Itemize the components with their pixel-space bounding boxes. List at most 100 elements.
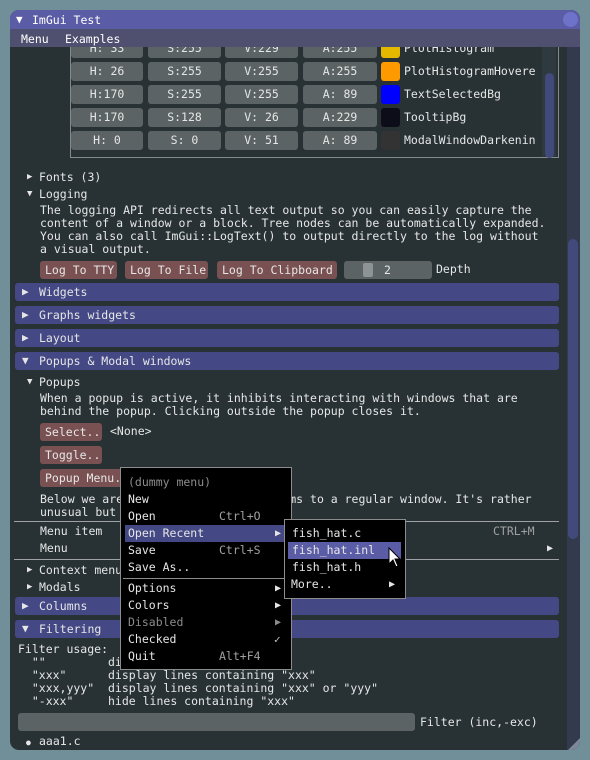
shortcut-label: Ctrl+O	[219, 509, 261, 523]
select-button[interactable]: Select..	[40, 423, 102, 441]
submenu-arrow-icon: ▶	[275, 583, 282, 594]
alpha-field[interactable]: A:255	[303, 47, 377, 58]
color-table-scroll-grab[interactable]	[545, 73, 554, 158]
color-swatch[interactable]	[381, 131, 400, 150]
value-field[interactable]: V: 26	[225, 108, 298, 127]
tree-collapsed-icon: ▶	[27, 172, 33, 182]
tree-node-popups[interactable]: Popups	[39, 376, 81, 389]
header-label: Layout	[39, 331, 81, 345]
filter-input[interactable]	[18, 713, 415, 731]
menu-item-new[interactable]: New	[121, 491, 291, 508]
recent-item-highlighted[interactable]: fish_hat.inl	[288, 542, 401, 559]
triangle-right-icon: ▶	[22, 308, 29, 321]
recent-item[interactable]: fish_hat.h	[285, 559, 405, 576]
value-field[interactable]: V:255	[225, 85, 298, 104]
window-scroll-grab[interactable]	[568, 239, 578, 539]
log-to-clipboard-button[interactable]: Log To Clipboard	[217, 261, 337, 279]
log-to-tty-button[interactable]: Log To TTY	[40, 261, 117, 279]
header-label: Popups & Modal windows	[39, 354, 192, 368]
saturation-field[interactable]: S:255	[148, 62, 221, 81]
checkmark-icon: ✓	[274, 633, 281, 646]
header-label: Widgets	[39, 285, 88, 299]
log-to-file-button[interactable]: Log To File	[125, 261, 208, 279]
title-bar[interactable]: ▼ ImGui Test	[10, 10, 580, 29]
menu-item-options[interactable]: Options ▶	[121, 580, 291, 597]
alpha-field[interactable]: A: 89	[303, 131, 377, 150]
color-name: PlotHistogramHovere	[404, 64, 536, 78]
tree-node-context-menus[interactable]: Context menus	[39, 564, 129, 577]
saturation-field[interactable]: S:255	[148, 47, 221, 58]
color-swatch[interactable]	[381, 108, 400, 127]
menu-item-shortcut: CTRL+M	[493, 524, 535, 538]
slider-grab[interactable]	[363, 263, 373, 277]
color-swatch[interactable]	[381, 62, 400, 81]
menu-item-save-as[interactable]: Save As..	[121, 559, 291, 576]
close-button[interactable]	[563, 12, 578, 27]
triangle-right-icon: ▶	[22, 285, 29, 298]
logging-text: a visual output.	[40, 242, 151, 256]
tree-node-logging[interactable]: Logging	[39, 188, 87, 201]
bullet-icon: ●	[26, 738, 31, 747]
value-field[interactable]: V:255	[225, 62, 298, 81]
saturation-field[interactable]: S:255	[148, 85, 221, 104]
menu-item[interactable]: Menu item	[40, 525, 102, 538]
menu-examples[interactable]: Examples	[65, 32, 120, 46]
menu-menu[interactable]: Menu	[21, 32, 49, 46]
triangle-down-icon: ▼	[22, 622, 29, 635]
color-swatch[interactable]	[381, 85, 400, 104]
hue-field[interactable]: H:170	[71, 85, 143, 104]
hue-field[interactable]: H: 0	[71, 131, 143, 150]
header-graphs-widgets[interactable]: ▶ Graphs widgets	[15, 306, 559, 324]
filter-usage-line: "-xxx" hide lines containing "xxx"	[18, 694, 295, 708]
collapse-triangle-icon[interactable]: ▼	[16, 13, 23, 26]
saturation-field[interactable]: S: 0	[148, 131, 221, 150]
alpha-field[interactable]: A:229	[303, 108, 377, 127]
toggle-button[interactable]: Toggle..	[40, 446, 102, 464]
triangle-right-icon: ▶	[22, 331, 29, 344]
submenu-arrow-icon: ▶	[547, 543, 554, 554]
tree-node-fonts[interactable]: Fonts (3)	[39, 171, 101, 184]
menu-item-save[interactable]: Save Ctrl+S	[121, 542, 291, 559]
depth-slider[interactable]: 2	[344, 261, 432, 279]
header-popups-modal-windows[interactable]: ▼ Popups & Modal windows	[15, 352, 559, 370]
value-field[interactable]: V: 51	[225, 131, 298, 150]
saturation-field[interactable]: S:128	[148, 108, 221, 127]
tree-expanded-icon: ▼	[27, 189, 33, 199]
resize-grip[interactable]	[568, 738, 580, 750]
recent-item-more[interactable]: More.. ▶	[285, 576, 405, 593]
alpha-field[interactable]: A:255	[303, 62, 377, 81]
menu-item-checked[interactable]: Checked ✓	[121, 631, 291, 648]
tree-node-modals[interactable]: Modals	[39, 581, 81, 594]
menu-item-disabled: Disabled ▶	[128, 615, 282, 629]
imgui-test-window: ▼ ImGui Test Menu Examples H: 33 S:255 V…	[10, 10, 580, 750]
window-title: ImGui Test	[32, 13, 102, 27]
header-label: Filtering	[39, 622, 102, 636]
value-field[interactable]: V:229	[225, 47, 298, 58]
tree-collapsed-icon: ▶	[27, 565, 33, 575]
tree-expanded-icon: ▼	[27, 377, 33, 387]
popup-menu-button[interactable]: Popup Menu..	[40, 469, 130, 487]
menu-item-open-recent[interactable]: Open Recent ▶	[125, 525, 285, 542]
menu-submenu[interactable]: Menu	[40, 542, 68, 555]
menu-item-quit[interactable]: Quit Alt+F4	[121, 648, 291, 665]
mouse-cursor-icon	[388, 547, 402, 568]
triangle-down-icon: ▼	[22, 354, 29, 367]
menu-item-open[interactable]: Open Ctrl+O	[121, 508, 291, 525]
menu-item-colors[interactable]: Colors ▶	[121, 597, 291, 614]
color-swatch[interactable]	[381, 47, 400, 58]
shortcut-label: Alt+F4	[219, 649, 261, 663]
header-widgets[interactable]: ▶ Widgets	[15, 283, 559, 301]
shortcut-label: Ctrl+S	[219, 543, 261, 557]
menu-bar: Menu Examples	[10, 29, 580, 47]
hue-field[interactable]: H:170	[71, 108, 143, 127]
submenu-arrow-icon: ▶	[389, 579, 396, 590]
hue-field[interactable]: H: 33	[71, 47, 143, 58]
selected-value: <None>	[110, 424, 152, 438]
alpha-field[interactable]: A: 89	[303, 85, 377, 104]
hue-field[interactable]: H: 26	[71, 62, 143, 81]
recent-item[interactable]: fish_hat.c	[285, 525, 405, 542]
color-name: ModalWindowDarkenin	[404, 133, 536, 147]
header-layout[interactable]: ▶ Layout	[15, 329, 559, 347]
menu-separator	[123, 578, 289, 579]
color-name: PlotHistogram	[404, 47, 495, 55]
